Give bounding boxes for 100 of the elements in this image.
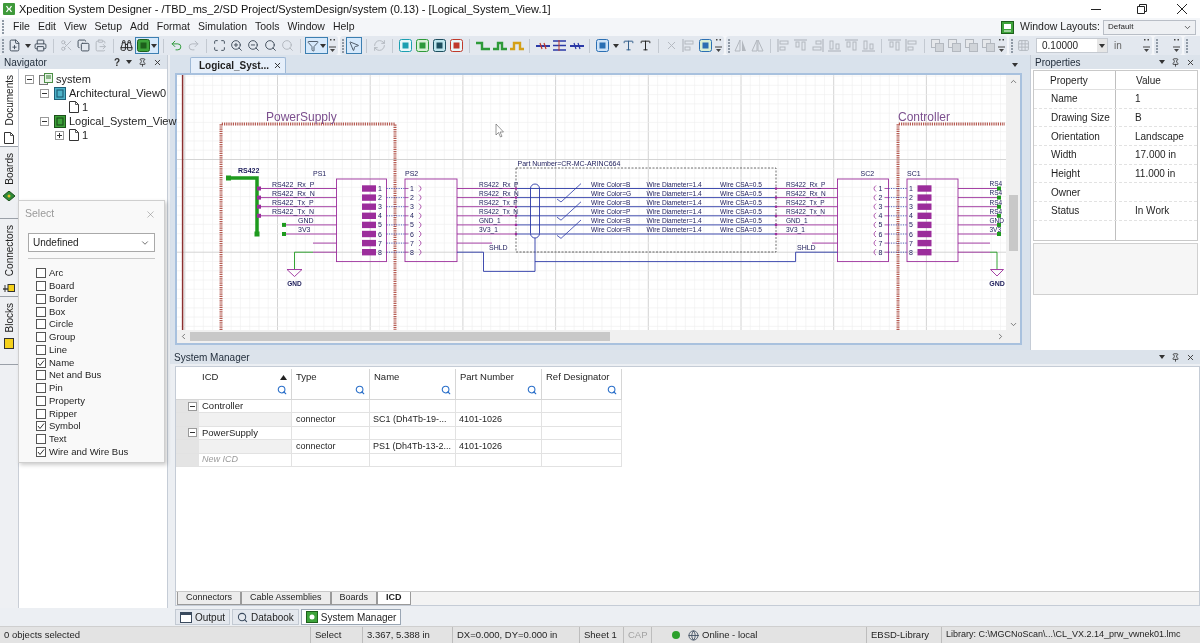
filter-toggle-button[interactable] — [305, 37, 328, 54]
collapse-icon[interactable] — [40, 116, 49, 126]
tab-list-icon[interactable] — [1012, 63, 1018, 67]
sheet-tab[interactable]: Cable Assemblies — [241, 592, 331, 605]
menu-item[interactable]: Simulation — [197, 19, 249, 35]
horizontal-scrollbar[interactable] — [177, 330, 1006, 343]
search-icon[interactable] — [277, 385, 287, 395]
new-document-icon[interactable] — [8, 39, 21, 52]
menu-item[interactable]: View — [63, 19, 88, 35]
sheet-tab[interactable]: ICD — [377, 592, 411, 605]
chip-icon[interactable] — [699, 39, 712, 52]
checkbox[interactable] — [36, 344, 46, 355]
sheet-tab[interactable]: Boards — [330, 592, 378, 605]
property-value[interactable]: 17.000 in — [1135, 147, 1177, 163]
close-icon[interactable] — [1186, 57, 1195, 67]
chip-icon[interactable] — [433, 39, 446, 52]
checkbox[interactable] — [36, 383, 46, 394]
copy-icon[interactable] — [77, 39, 90, 52]
filter-icon[interactable] — [307, 39, 319, 52]
bus-line-icon[interactable] — [569, 41, 584, 50]
checkbox[interactable] — [36, 268, 46, 279]
grid-size-field[interactable]: 0.10000 — [1036, 38, 1108, 53]
chip-icon[interactable] — [596, 39, 609, 52]
scrollbar-thumb[interactable] — [1008, 195, 1018, 251]
checkbox[interactable] — [36, 395, 46, 406]
fit-view-icon[interactable] — [213, 39, 226, 52]
property-value[interactable]: 11.000 in — [1135, 166, 1176, 182]
help-button[interactable]: ? — [113, 54, 120, 70]
document-tab[interactable]: Logical_Syst... — [190, 57, 286, 73]
close-icon[interactable] — [273, 61, 283, 70]
column-header[interactable]: Part Number — [460, 369, 514, 385]
toolbar-overflow-icon[interactable] — [998, 39, 1005, 52]
zoom-icon[interactable] — [264, 39, 277, 52]
column-header[interactable]: Ref Designator — [546, 369, 610, 385]
restore-icon[interactable] — [1136, 4, 1147, 14]
undo-icon[interactable] — [170, 39, 183, 52]
binoculars-icon[interactable] — [120, 39, 133, 52]
column-header[interactable]: Property — [1050, 72, 1088, 88]
column-header[interactable]: Value — [1136, 72, 1161, 88]
panel-menu-icon[interactable] — [1159, 60, 1165, 64]
search-icon[interactable] — [355, 385, 365, 395]
menu-item[interactable]: Help — [331, 19, 356, 35]
column-header[interactable]: ICD — [202, 369, 219, 385]
zoom-out-icon[interactable] — [247, 39, 260, 52]
column-header[interactable]: Name — [374, 369, 400, 385]
side-tab[interactable]: Documents — [0, 69, 18, 147]
scrollbar-thumb[interactable] — [190, 332, 610, 341]
property-value[interactable]: Landscape — [1135, 128, 1184, 144]
step-line-icon[interactable] — [475, 40, 490, 51]
toolbar-overflow-icon[interactable] — [1172, 39, 1180, 52]
grip-icon[interactable] — [1185, 38, 1188, 53]
property-value[interactable]: In Work — [1135, 203, 1170, 219]
property-value[interactable]: B — [1135, 110, 1142, 126]
vertical-scrollbar[interactable] — [1006, 75, 1020, 330]
collapse-icon[interactable] — [188, 428, 197, 438]
checkbox[interactable] — [36, 281, 46, 292]
bus-line-icon[interactable] — [535, 41, 550, 50]
minimize-icon[interactable] — [1091, 8, 1101, 10]
chip-icon[interactable] — [137, 39, 150, 52]
menu-item[interactable]: Setup — [93, 19, 124, 35]
column-header[interactable]: Type — [296, 369, 317, 385]
step-line-icon[interactable] — [492, 40, 507, 51]
menu-item[interactable]: Format — [155, 19, 191, 35]
toolbar-overflow-icon[interactable] — [329, 39, 336, 52]
grip-icon[interactable] — [1155, 38, 1158, 53]
checkbox[interactable] — [36, 332, 46, 343]
collapse-icon[interactable] — [188, 401, 197, 411]
lines-icon[interactable] — [553, 40, 566, 51]
new-row-field[interactable]: New ICD — [199, 453, 287, 467]
collapse-icon[interactable] — [25, 74, 34, 84]
property-value[interactable]: 1 — [1135, 91, 1141, 107]
panel-menu-icon[interactable] — [1159, 355, 1165, 359]
menu-item[interactable]: Window — [286, 19, 326, 35]
printer-icon[interactable] — [34, 39, 47, 52]
panel-tab[interactable]: System Manager — [300, 609, 402, 625]
checkbox[interactable] — [36, 408, 46, 419]
chip-icon[interactable] — [450, 39, 463, 52]
close-icon[interactable] — [1186, 352, 1195, 362]
zoom-in-icon[interactable] — [230, 39, 243, 52]
caret-icon[interactable] — [24, 43, 31, 48]
checkbox[interactable] — [36, 293, 46, 304]
close-icon[interactable] — [1176, 4, 1187, 14]
menu-item[interactable]: Edit — [36, 19, 57, 35]
close-icon[interactable] — [153, 57, 162, 67]
search-icon[interactable] — [441, 385, 451, 395]
checkbox[interactable] — [36, 370, 46, 381]
collapse-icon[interactable] — [40, 88, 49, 98]
globe-icon[interactable] — [688, 629, 699, 641]
caret-icon[interactable] — [1099, 43, 1105, 48]
text-icon[interactable] — [639, 39, 652, 52]
panel-menu-icon[interactable] — [126, 60, 132, 64]
sheet-tab[interactable]: Connectors — [177, 592, 242, 605]
menu-item[interactable]: Add — [129, 19, 150, 35]
mode-dropdown[interactable]: Undefined — [28, 233, 155, 252]
menu-item[interactable]: File — [12, 19, 31, 35]
toolbar-overflow-icon[interactable] — [1142, 39, 1150, 52]
pin-icon[interactable] — [1171, 352, 1180, 362]
panel-tab[interactable]: Output — [175, 609, 231, 625]
checkbox[interactable] — [36, 446, 46, 457]
caret-icon[interactable] — [320, 43, 326, 48]
